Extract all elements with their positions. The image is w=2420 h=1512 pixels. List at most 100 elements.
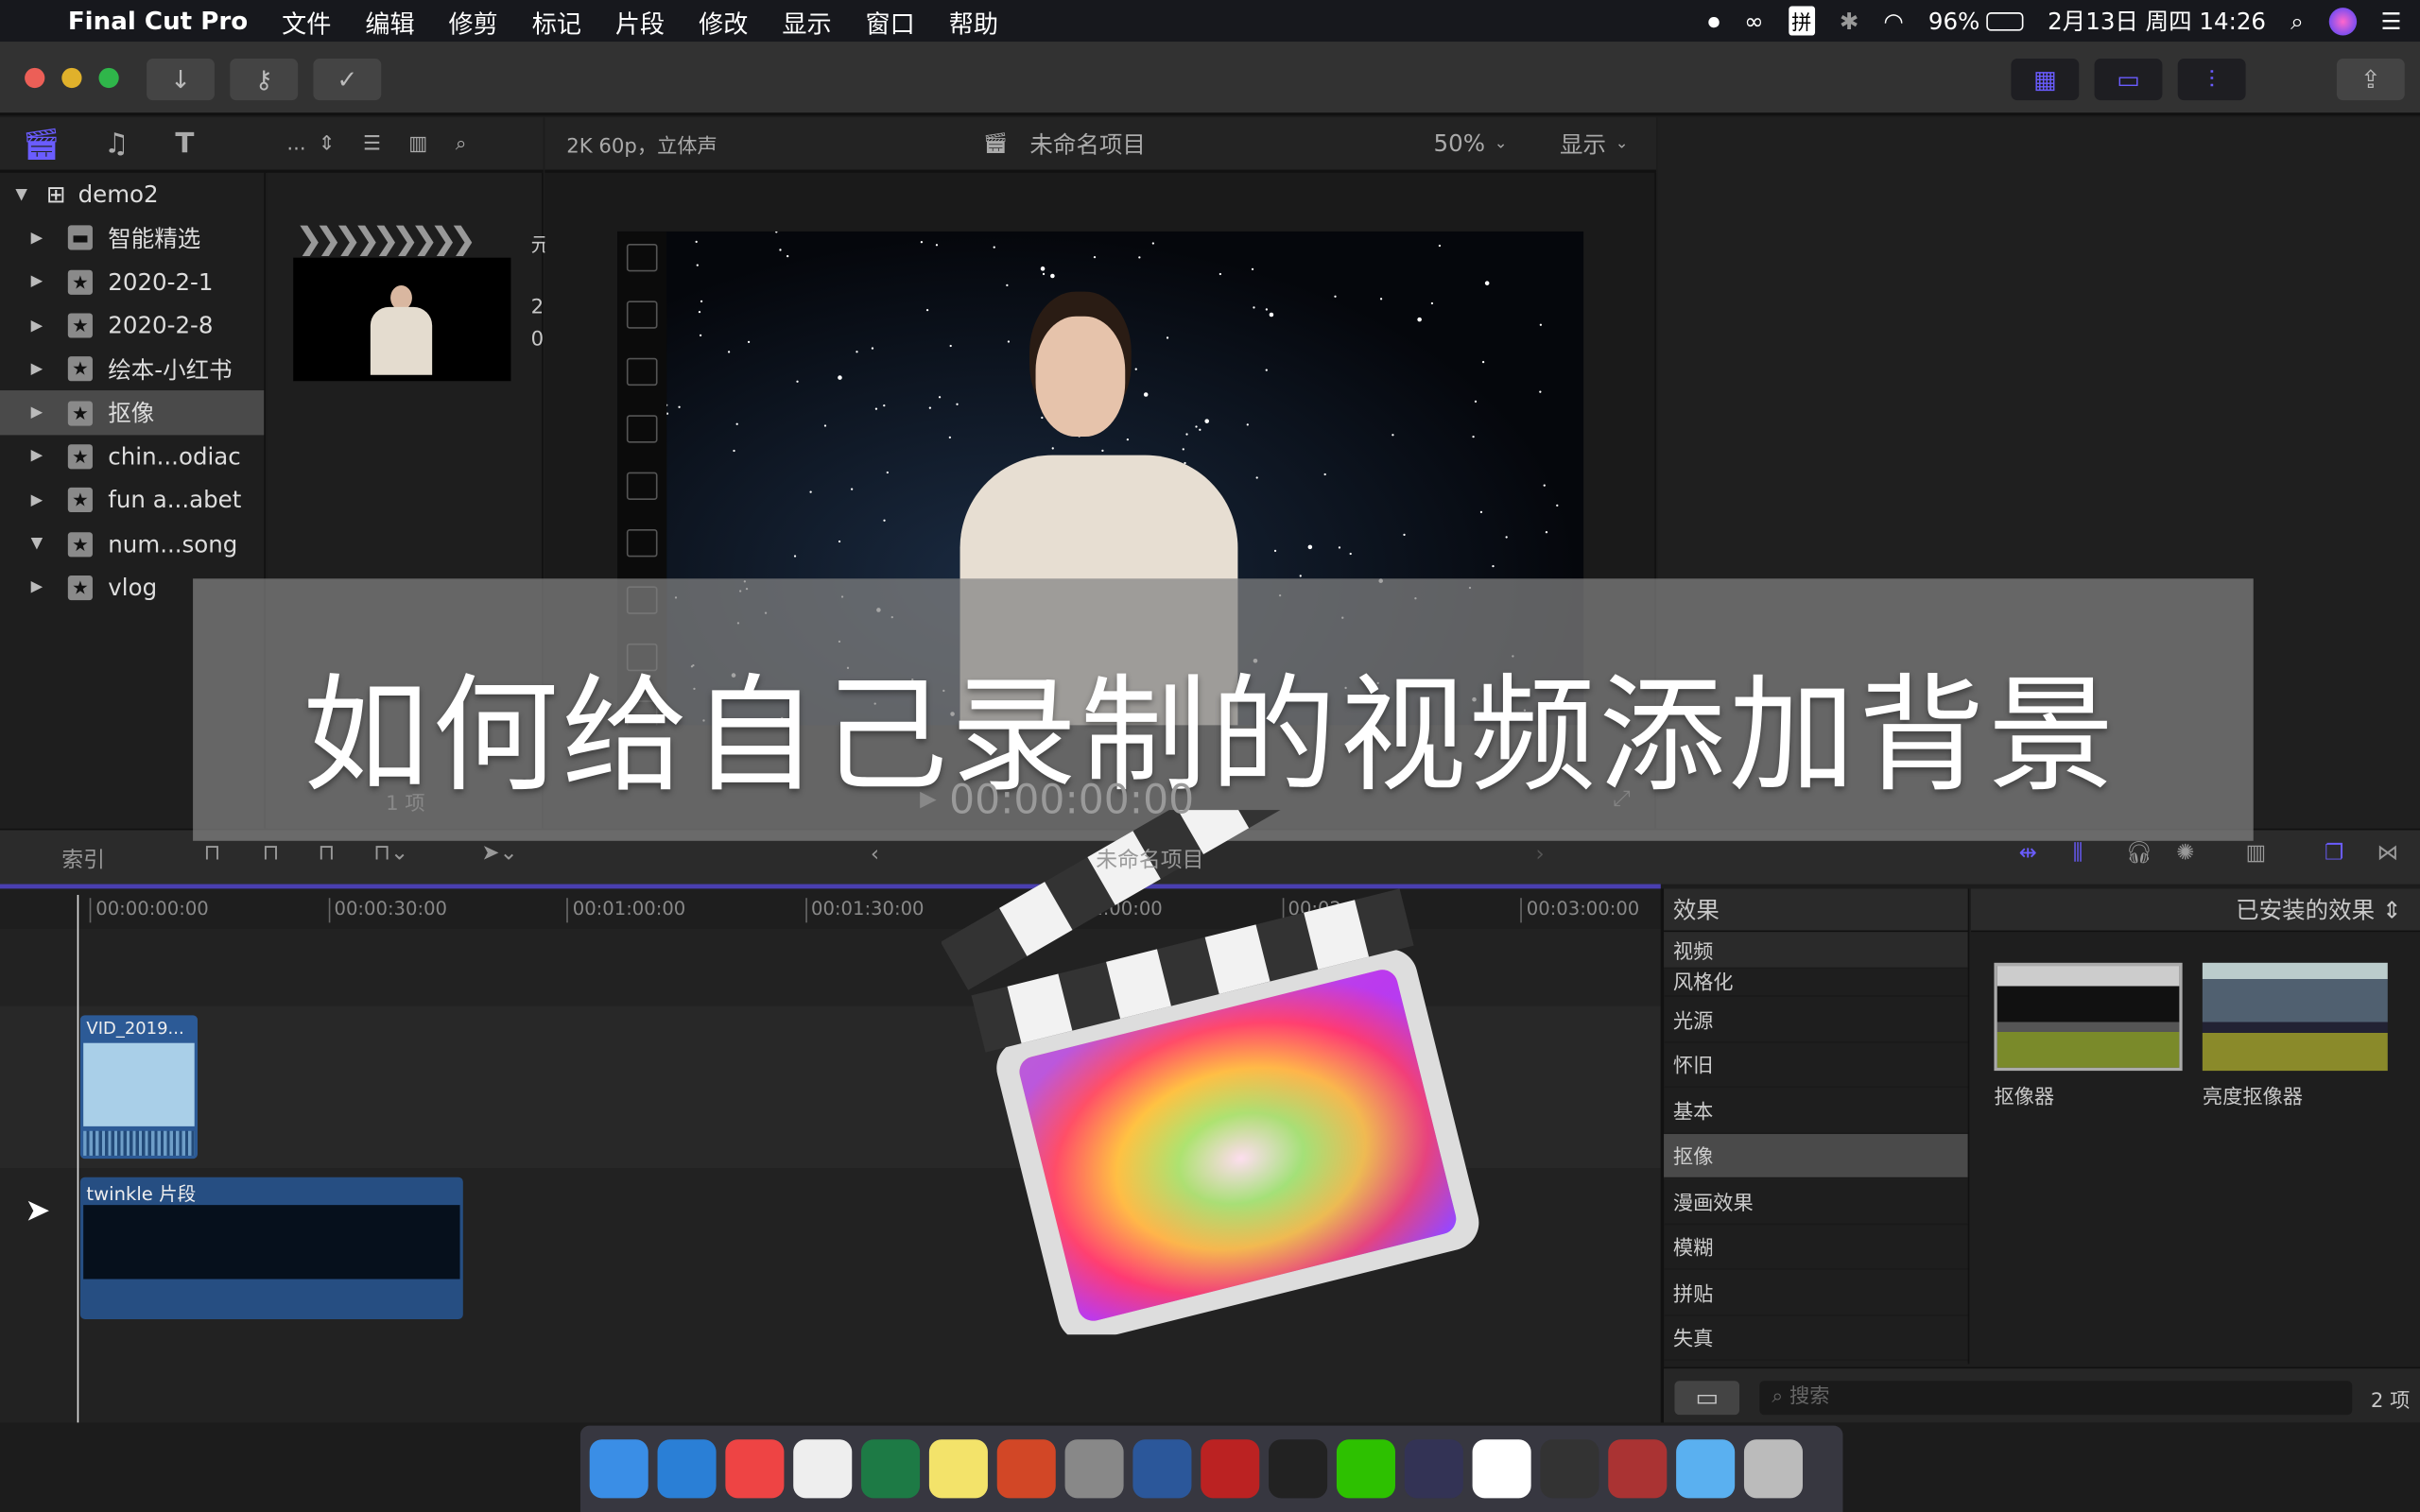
spotlight-search-icon[interactable]: ⌕	[2290, 7, 2304, 34]
effect-category[interactable]: 光源	[1664, 997, 1968, 1042]
history-back-icon[interactable]: ‹	[871, 842, 879, 867]
effect-category[interactable]: 失真	[1664, 1315, 1968, 1362]
activity-monitor-icon[interactable]	[1269, 1439, 1328, 1499]
record-stop-icon[interactable]: ⏺	[1708, 7, 1720, 34]
textedit-icon[interactable]	[793, 1439, 853, 1499]
siri-icon[interactable]	[2328, 7, 2357, 35]
effect-category[interactable]: 视频	[1664, 932, 1968, 970]
library-event-row[interactable]: ▶ ★ 绘本-小红书	[0, 348, 264, 391]
show-inspector-button[interactable]: ⫶	[2177, 59, 2246, 101]
wechat-icon[interactable]	[1336, 1439, 1395, 1499]
playhead[interactable]	[77, 894, 79, 1423]
effect-item[interactable]: 抠像器	[1994, 962, 2183, 1109]
connect-clip-icon[interactable]: ⊓	[204, 841, 221, 866]
menu-view[interactable]: 显示	[782, 2, 831, 39]
bluetooth-icon[interactable]: ✱	[1840, 7, 1859, 34]
stickies-icon[interactable]	[928, 1439, 988, 1499]
sort-chevron-icon[interactable]: ⇕	[319, 132, 336, 155]
library-event-row[interactable]: ▼ ★ num...song	[0, 522, 264, 565]
timeline-clip[interactable]: twinkle 片段	[79, 1177, 463, 1319]
append-clip-icon[interactable]: ⊓	[318, 841, 335, 866]
effect-item[interactable]: 亮度抠像器	[2202, 962, 2388, 1109]
import-button[interactable]: ↓	[147, 59, 215, 101]
effects-filter-menu[interactable]: 已安装的效果	[2236, 897, 2375, 924]
clock[interactable]: 2月13日 周四 14:26	[2048, 5, 2266, 37]
share-button[interactable]: ⇪	[2336, 59, 2405, 101]
close-button[interactable]	[25, 67, 45, 89]
dictionary-icon[interactable]	[1608, 1439, 1668, 1499]
library-event-row[interactable]: ▶ ▬ 智能精选	[0, 216, 264, 260]
baidu-netdisk-icon[interactable]	[1472, 1439, 1531, 1499]
effects-search-field[interactable]: ⌕ 搜索	[1759, 1381, 2353, 1416]
library-event-row[interactable]: ▶ ★ chin...odiac	[0, 435, 264, 478]
disclosure-triangle-icon[interactable]: ▶	[31, 448, 53, 465]
up-down-chevron-icon[interactable]: ⇕	[2382, 897, 2402, 924]
show-browser-button[interactable]: ▦	[2011, 59, 2080, 101]
final-cut-pro-icon[interactable]	[1540, 1439, 1599, 1499]
disclosure-triangle-icon[interactable]: ▶	[31, 230, 53, 247]
menu-modify[interactable]: 修改	[699, 2, 748, 39]
system-preferences-icon[interactable]	[1064, 1439, 1124, 1499]
disclosure-triangle-icon[interactable]: ▼	[31, 536, 53, 553]
clip-appearance-icon[interactable]: ▥	[2246, 841, 2267, 866]
layout-toggle-button[interactable]: ▭	[1674, 1381, 1740, 1416]
solo-icon[interactable]: ✺	[2176, 841, 2194, 866]
menu-mark[interactable]: 标记	[532, 2, 581, 39]
effect-category[interactable]: 基本	[1664, 1088, 1968, 1134]
library-event-row[interactable]: ▶ ★ 2020-2-8	[0, 303, 264, 347]
overwrite-clip-icon[interactable]: ⊓⌄	[373, 841, 408, 866]
background-tasks-button[interactable]: ✓	[313, 59, 382, 101]
list-view-icon[interactable]: ☰	[363, 132, 381, 155]
word-icon[interactable]	[1132, 1439, 1192, 1499]
disclosure-triangle-icon[interactable]: ▶	[31, 491, 53, 508]
timecode-display[interactable]: 00:00:00:00	[949, 778, 1194, 824]
sort-menu[interactable]: ...	[286, 132, 305, 155]
disclosure-triangle-icon[interactable]: ▶	[31, 273, 53, 290]
menu-clip[interactable]: 片段	[615, 2, 665, 39]
disclosure-triangle-icon[interactable]: ▶	[31, 318, 53, 335]
select-tool-icon[interactable]: ➤⌄	[481, 841, 517, 866]
play-icon[interactable]: ▶	[920, 787, 937, 812]
downloads-folder-icon[interactable]	[1676, 1439, 1736, 1499]
zoom-menu[interactable]: 50%	[1434, 129, 1485, 157]
excel-icon[interactable]	[861, 1439, 921, 1499]
trash-icon[interactable]	[1743, 1439, 1803, 1499]
powerpoint-icon[interactable]	[996, 1439, 1056, 1499]
transitions-browser-icon[interactable]: ⋈	[2377, 841, 2398, 866]
effects-browser-icon[interactable]: ❐	[2325, 841, 2344, 866]
timeline-index-button[interactable]: 索引	[61, 844, 105, 875]
safari-icon[interactable]	[657, 1439, 717, 1499]
titles-generators-icon[interactable]: T	[175, 128, 194, 160]
timeline-clip[interactable]: VID_2019...	[79, 1015, 198, 1160]
library-row[interactable]: ▼ ⊞ demo2	[0, 173, 264, 216]
effect-category[interactable]: 拼贴	[1664, 1270, 1968, 1315]
effect-category[interactable]: 风格化	[1664, 969, 1968, 997]
keywords-button[interactable]: ⚷	[230, 59, 299, 101]
disclosure-triangle-icon[interactable]: ▶	[31, 404, 53, 421]
notification-center-icon[interactable]: ☰	[2381, 7, 2402, 34]
insert-clip-icon[interactable]: ⊓	[263, 841, 280, 866]
effect-category[interactable]: 怀旧	[1664, 1042, 1968, 1089]
photo-booth-icon[interactable]	[1201, 1439, 1260, 1499]
libraries-icon[interactable]: 🎬︎	[22, 125, 60, 162]
audio-skimming-icon[interactable]: ⫼	[2073, 841, 2083, 866]
menu-help[interactable]: 帮助	[949, 2, 998, 39]
menu-file[interactable]: 文件	[282, 2, 331, 39]
headphones-icon[interactable]: 🎧︎	[2125, 841, 2152, 866]
disclosure-triangle-icon[interactable]: ▶	[31, 361, 53, 378]
input-method-icon[interactable]: 拼	[1788, 6, 1815, 36]
disclosure-triangle-icon[interactable]: ▶	[31, 579, 53, 596]
app-menu[interactable]: Final Cut Pro	[68, 7, 248, 36]
battery-icon[interactable]	[1985, 11, 2024, 30]
library-event-row[interactable]: ▶ ★ 抠像	[0, 390, 265, 436]
quicktime-icon[interactable]	[1404, 1439, 1463, 1499]
menu-window[interactable]: 窗口	[866, 2, 915, 39]
show-timeline-button[interactable]: ▭	[2094, 59, 2163, 101]
menu-edit[interactable]: 编辑	[365, 2, 414, 39]
minimize-button[interactable]	[61, 67, 82, 89]
skimming-icon[interactable]: ⇹	[2019, 841, 2037, 866]
creative-cloud-icon[interactable]: ∞	[1744, 7, 1763, 34]
chrome-icon[interactable]	[725, 1439, 785, 1499]
filmstrip-icon[interactable]: ▥	[408, 132, 427, 155]
effect-category[interactable]: 模糊	[1664, 1225, 1968, 1270]
